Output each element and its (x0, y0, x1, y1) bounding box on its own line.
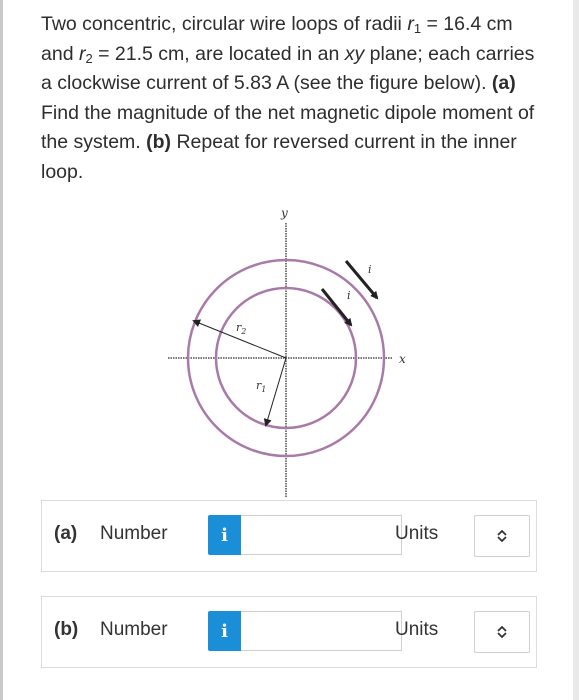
r1-label: r1 (256, 379, 266, 394)
x-axis-label: x (399, 352, 406, 366)
question-text: Two concentric, circular wire loops of r… (41, 13, 535, 183)
number-label-a: Number (100, 523, 168, 544)
units-label-a: Units (395, 523, 439, 544)
concentric-loops-figure: y x r2 r1 i i (168, 206, 406, 497)
inner-current-label: i (347, 289, 351, 302)
updown-chevron-icon (497, 529, 507, 543)
r1-radius-arrow (263, 357, 287, 427)
r2-label: r2 (236, 321, 246, 336)
updown-chevron-icon (497, 625, 507, 639)
units-select-b[interactable] (474, 611, 530, 653)
frame-right-border (573, 0, 579, 700)
number-input-a[interactable] (241, 515, 402, 555)
answer-row-a: (a) Number i Units (41, 500, 537, 572)
frame-left-border (0, 0, 3, 700)
outer-current-label: i (368, 263, 372, 276)
info-icon[interactable]: i (208, 515, 241, 555)
outer-current-arrow (344, 260, 379, 300)
number-input-b[interactable] (241, 611, 402, 651)
answer-row-b: (b) Number i Units (41, 596, 537, 668)
part-label-a: (a) (54, 523, 78, 544)
units-select-a[interactable] (474, 515, 530, 557)
number-label-b: Number (100, 619, 168, 640)
part-label-b: (b) (54, 619, 79, 640)
info-icon[interactable]: i (208, 611, 241, 651)
y-axis-label: y (280, 206, 288, 220)
units-label-b: Units (395, 619, 439, 640)
